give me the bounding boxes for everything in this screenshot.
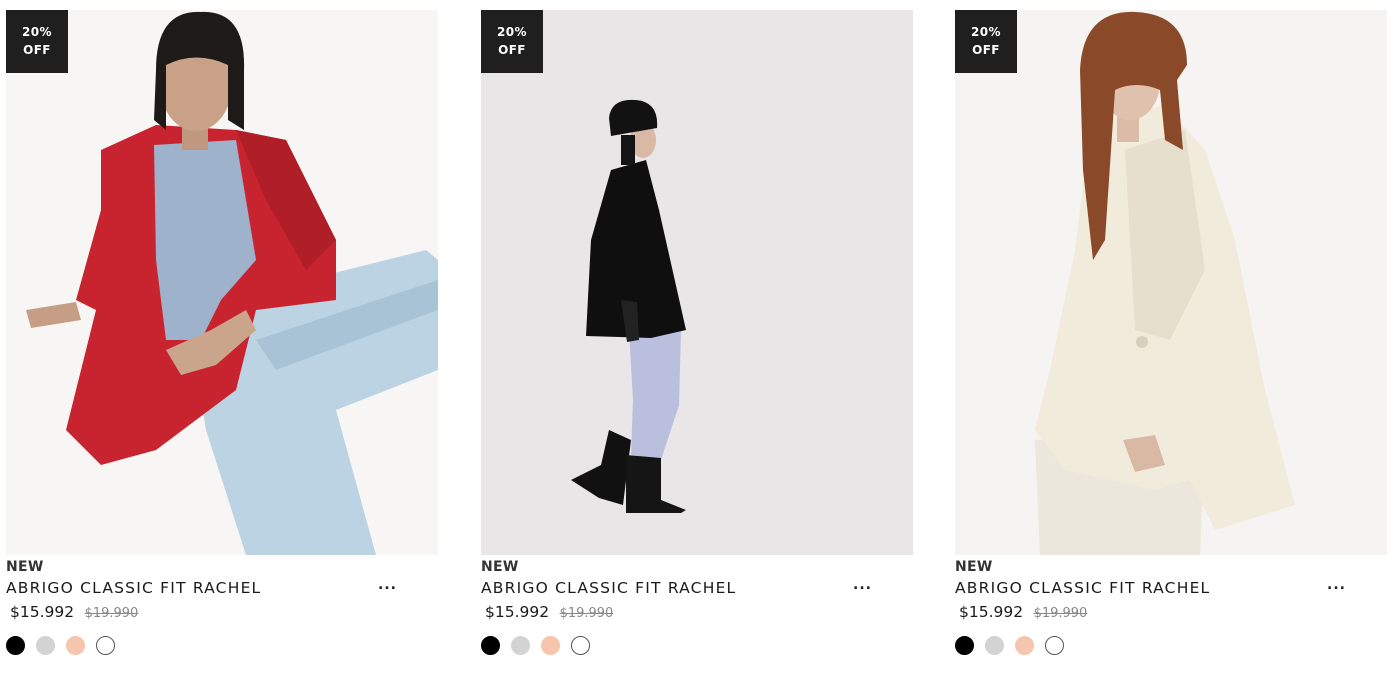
model-red-coat-photo <box>6 10 438 555</box>
more-options-icon[interactable]: ... <box>378 577 398 597</box>
swatch-white[interactable] <box>96 636 115 655</box>
sale-price: $15.992 <box>10 603 75 621</box>
swatch-peach[interactable] <box>541 636 560 655</box>
price-row: $15.992 $19.990 <box>959 603 1087 622</box>
model-cream-coat-photo <box>955 10 1387 555</box>
product-title[interactable]: ABRIGO CLASSIC FIT RACHEL <box>955 579 1210 597</box>
original-price: $19.990 <box>1033 606 1088 621</box>
swatch-white[interactable] <box>571 636 590 655</box>
price-row: $15.992 $19.990 <box>10 603 138 622</box>
discount-badge: 20% OFF <box>6 10 68 73</box>
swatch-grey[interactable] <box>985 636 1004 655</box>
product-card[interactable]: 20% OFF NEW ABRIGO CLASSIC FIT RACHEL ..… <box>6 10 438 665</box>
color-swatches <box>955 636 1064 655</box>
swatch-peach[interactable] <box>66 636 85 655</box>
product-image[interactable]: 20% OFF <box>955 10 1387 555</box>
new-tag: NEW <box>6 559 44 575</box>
product-image[interactable]: 20% OFF <box>481 10 913 555</box>
new-tag: NEW <box>955 559 993 575</box>
discount-badge: 20% OFF <box>955 10 1017 73</box>
sale-price: $15.992 <box>485 603 550 621</box>
swatch-black[interactable] <box>955 636 974 655</box>
model-black-coat-photo <box>481 10 913 555</box>
more-options-icon[interactable]: ... <box>1327 577 1347 597</box>
swatch-grey[interactable] <box>36 636 55 655</box>
swatch-white[interactable] <box>1045 636 1064 655</box>
swatch-black[interactable] <box>481 636 500 655</box>
discount-badge: 20% OFF <box>481 10 543 73</box>
original-price: $19.990 <box>84 606 139 621</box>
swatch-peach[interactable] <box>1015 636 1034 655</box>
product-image[interactable]: 20% OFF <box>6 10 438 555</box>
price-row: $15.992 $19.990 <box>485 603 613 622</box>
color-swatches <box>481 636 590 655</box>
product-card[interactable]: 20% OFF NEW ABRIGO CLASSIC FIT RACHEL ..… <box>955 10 1387 665</box>
swatch-grey[interactable] <box>511 636 530 655</box>
swatch-black[interactable] <box>6 636 25 655</box>
product-title[interactable]: ABRIGO CLASSIC FIT RACHEL <box>481 579 736 597</box>
original-price: $19.990 <box>559 606 614 621</box>
product-title[interactable]: ABRIGO CLASSIC FIT RACHEL <box>6 579 261 597</box>
new-tag: NEW <box>481 559 519 575</box>
sale-price: $15.992 <box>959 603 1024 621</box>
more-options-icon[interactable]: ... <box>853 577 873 597</box>
color-swatches <box>6 636 115 655</box>
product-card[interactable]: 20% OFF NEW ABRIGO CLASSIC FIT RACHEL ..… <box>481 10 913 665</box>
